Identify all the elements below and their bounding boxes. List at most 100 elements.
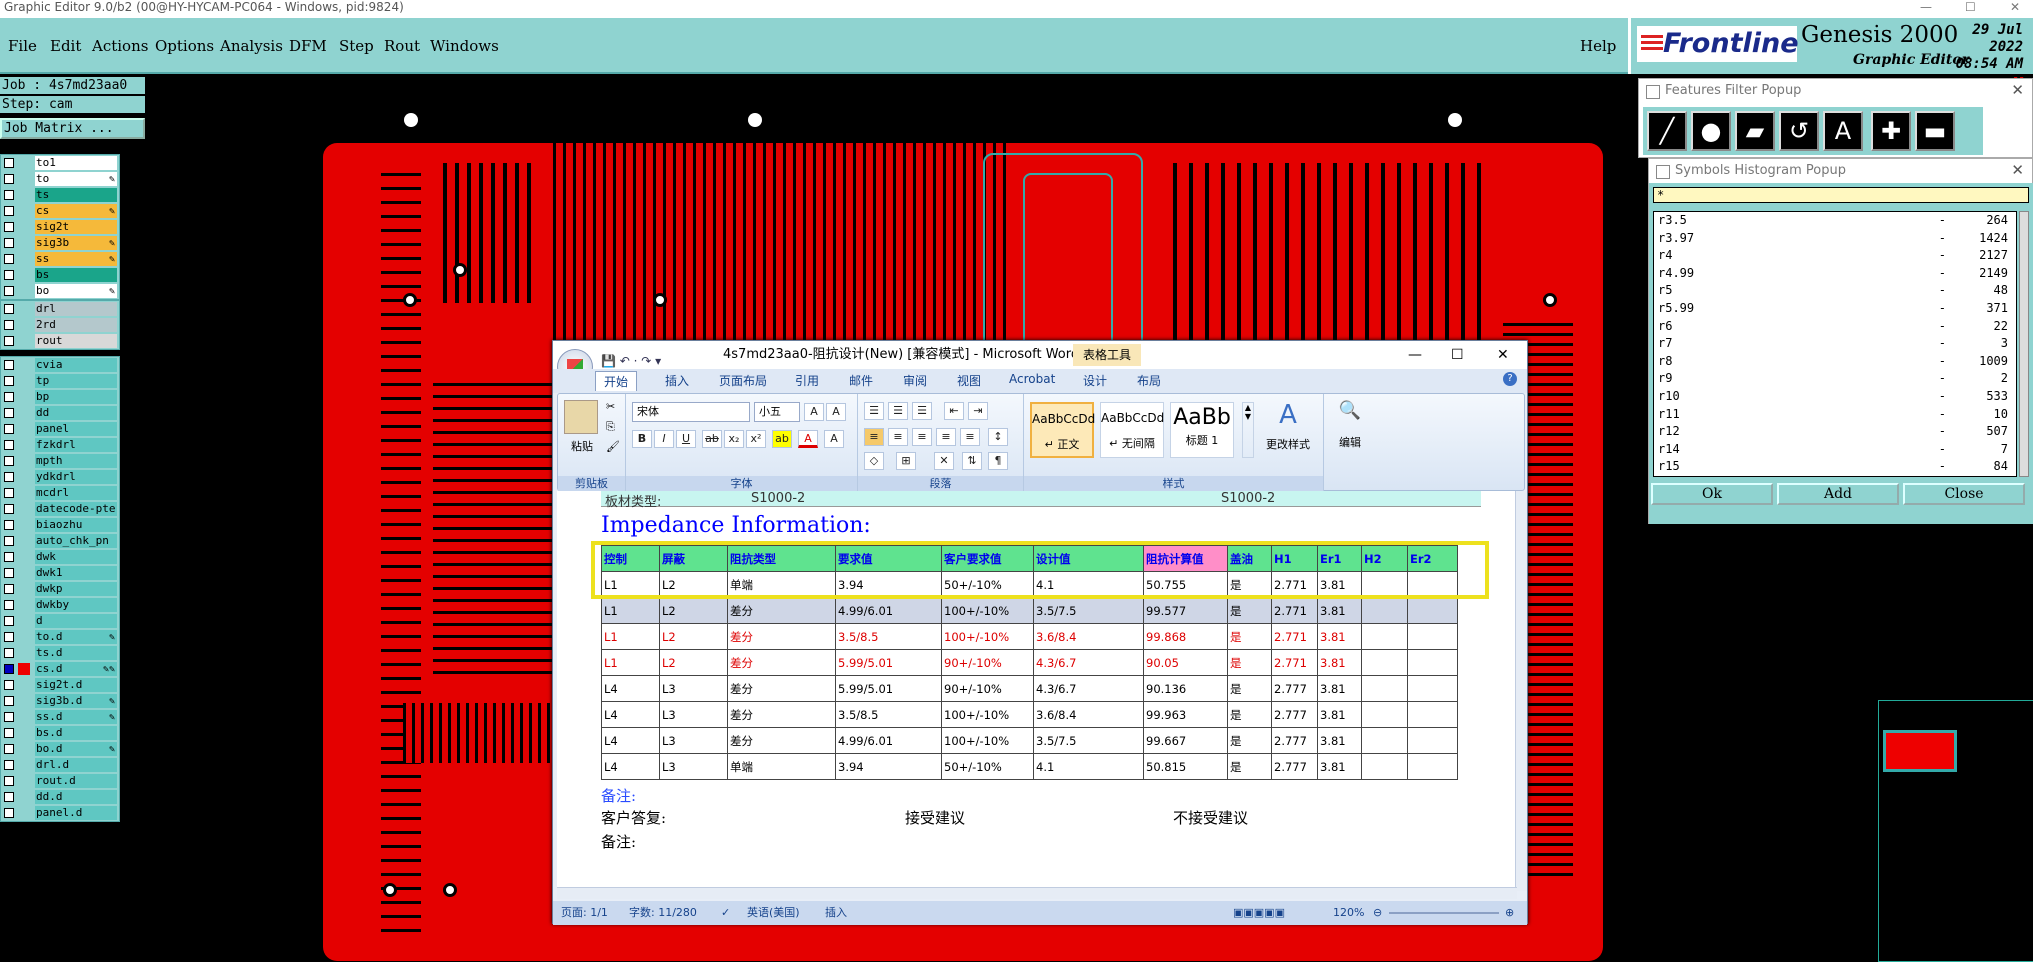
layer-checkbox[interactable] [4, 304, 14, 314]
zoom-slider[interactable] [1389, 912, 1499, 914]
menu-file[interactable]: File [8, 37, 37, 55]
char-shading-icon[interactable]: A [824, 430, 844, 448]
layer-checkbox[interactable] [4, 488, 14, 498]
layer-row[interactable]: to1 [1, 155, 119, 171]
symbol-list-item[interactable]: r5 - 48 [1654, 282, 2016, 300]
text-icon[interactable]: A [1823, 111, 1863, 151]
pad-icon[interactable]: ● [1691, 111, 1731, 151]
symbols-histogram-close-icon[interactable]: ✕ [2011, 161, 2024, 179]
table-cell[interactable] [1361, 649, 1408, 676]
subscript-icon[interactable]: x₂ [724, 430, 744, 448]
cut-icon[interactable]: ✂ [606, 400, 615, 413]
layer-row[interactable]: auto_chk_pn [1, 533, 119, 549]
align-right-icon[interactable]: ≡ [912, 428, 932, 446]
layer-row[interactable]: datecode-pte [1, 501, 119, 517]
symbol-list-item[interactable]: r3.97 - 1424 [1654, 230, 2016, 248]
table-cell[interactable]: 3.5/8.5 [835, 701, 942, 728]
table-cell[interactable]: 99.868 [1143, 623, 1228, 650]
table-cell[interactable]: 3.5/7.5 [1033, 727, 1144, 754]
layer-row[interactable]: bs [1, 267, 119, 283]
layer-name[interactable]: dwk [35, 550, 117, 564]
layer-checkbox[interactable] [4, 320, 14, 330]
table-cell[interactable] [1407, 701, 1458, 728]
layer-checkbox[interactable] [4, 760, 14, 770]
menu-edit[interactable]: Edit [50, 37, 81, 55]
word-count[interactable]: 字数: 11/280 [629, 901, 697, 925]
layer-row[interactable]: bo.d ✎ [1, 741, 119, 757]
table-cell[interactable]: 单端 [727, 753, 836, 780]
table-cell[interactable]: 100+/-10% [941, 623, 1034, 650]
layer-name[interactable]: mpth [35, 454, 117, 468]
layer-checkbox[interactable] [4, 254, 14, 264]
layer-name[interactable]: d [35, 614, 117, 628]
layer-row[interactable]: dwk1 [1, 565, 119, 581]
layer-name[interactable]: mcdrl [35, 486, 117, 500]
menu-options[interactable]: Options [155, 37, 214, 55]
table-row[interactable]: L4 L3 单端 3.94 50+/-10% 4.1 50.815 是 2.777 3.81 [601, 753, 1458, 780]
table-row[interactable]: L1 L2 差分 4.99/6.01 100+/-10% 3.5/7.5 99.577 是 2.… [601, 597, 1458, 624]
strikethrough-icon[interactable]: ab [702, 430, 722, 448]
multilevel-list-icon[interactable]: ☰ [912, 402, 932, 420]
table-cell[interactable] [1407, 623, 1458, 650]
menu-windows[interactable]: Windows [430, 37, 499, 55]
table-cell[interactable]: 2.777 [1271, 753, 1318, 780]
table-cell[interactable]: 3.81 [1317, 727, 1362, 754]
tab-layout[interactable]: 布局 [1137, 372, 1161, 389]
layer-checkbox[interactable] [4, 392, 14, 402]
borders-icon[interactable]: ⊞ [896, 452, 916, 470]
table-cell[interactable]: 3.5/7.5 [1033, 597, 1144, 624]
distribute-icon[interactable]: ≡ [960, 428, 980, 446]
table-cell[interactable]: 3.81 [1317, 597, 1362, 624]
table-cell[interactable]: 2.771 [1271, 623, 1318, 650]
layer-checkbox[interactable] [4, 238, 14, 248]
numbering-icon[interactable]: ☰ [888, 402, 908, 420]
layer-display-indicator[interactable] [18, 407, 30, 419]
copy-icon[interactable]: ⎘ [606, 420, 615, 434]
zoom-out-icon[interactable]: ⊖ [1373, 901, 1382, 925]
align-left-icon[interactable]: ≡ [864, 428, 884, 446]
table-cell[interactable]: 5.99/5.01 [835, 649, 942, 676]
view-buttons[interactable]: ▣▣▣▣▣ [1233, 901, 1285, 925]
table-cell[interactable]: 2.777 [1271, 727, 1318, 754]
layer-display-indicator[interactable] [18, 647, 30, 659]
layer-checkbox[interactable] [4, 648, 14, 658]
layer-checkbox[interactable] [4, 206, 14, 216]
layer-name[interactable]: dwk1 [35, 566, 117, 580]
italic-icon[interactable]: I [654, 430, 674, 448]
table-cell[interactable]: 100+/-10% [941, 597, 1034, 624]
layer-row[interactable]: fzkdrl [1, 437, 119, 453]
menu-dfm[interactable]: DFM [289, 37, 327, 55]
close-icon[interactable]: ✕ [2010, 0, 2020, 14]
symbol-list-scrollbar[interactable] [2019, 211, 2029, 477]
layer-checkbox[interactable] [4, 712, 14, 722]
word-minimize-icon[interactable]: — [1408, 341, 1422, 369]
table-cell[interactable]: 3.81 [1317, 623, 1362, 650]
table-cell[interactable]: 3.81 [1317, 649, 1362, 676]
layer-display-indicator[interactable] [18, 269, 30, 281]
layer-display-indicator[interactable] [18, 567, 30, 579]
layer-name[interactable]: tp [35, 374, 117, 388]
layer-checkbox[interactable] [4, 158, 14, 168]
layer-display-indicator[interactable] [18, 599, 30, 611]
layer-row[interactable]: ydkdrl [1, 469, 119, 485]
table-cell[interactable]: L4 [601, 727, 660, 754]
layer-name[interactable]: to.d ✎ [35, 630, 117, 644]
layer-name[interactable]: ts [35, 188, 117, 202]
maximize-icon[interactable]: ☐ [1965, 0, 1976, 14]
symbol-list-item[interactable]: r7 - 3 [1654, 335, 2016, 353]
arc-icon[interactable]: ↺ [1779, 111, 1819, 151]
language-status[interactable]: 英语(美国) [747, 901, 800, 925]
layer-display-indicator[interactable] [18, 663, 30, 675]
layer-display-indicator[interactable] [18, 743, 30, 755]
layer-name[interactable]: auto_chk_pn [35, 534, 117, 548]
layer-row[interactable]: sig3b ✎ [1, 235, 119, 251]
layer-checkbox[interactable] [4, 664, 14, 674]
table-tools-tab[interactable]: 表格工具 [1073, 344, 1142, 366]
layer-checkbox[interactable] [4, 552, 14, 562]
table-cell[interactable]: 是 [1227, 623, 1272, 650]
table-row[interactable]: L4 L3 差分 5.99/5.01 90+/-10% 4.3/6.7 90.136 是 2.7… [601, 675, 1458, 702]
table-cell[interactable] [1361, 675, 1408, 702]
layer-checkbox[interactable] [4, 222, 14, 232]
layer-display-indicator[interactable] [18, 711, 30, 723]
table-cell[interactable]: 90+/-10% [941, 675, 1034, 702]
